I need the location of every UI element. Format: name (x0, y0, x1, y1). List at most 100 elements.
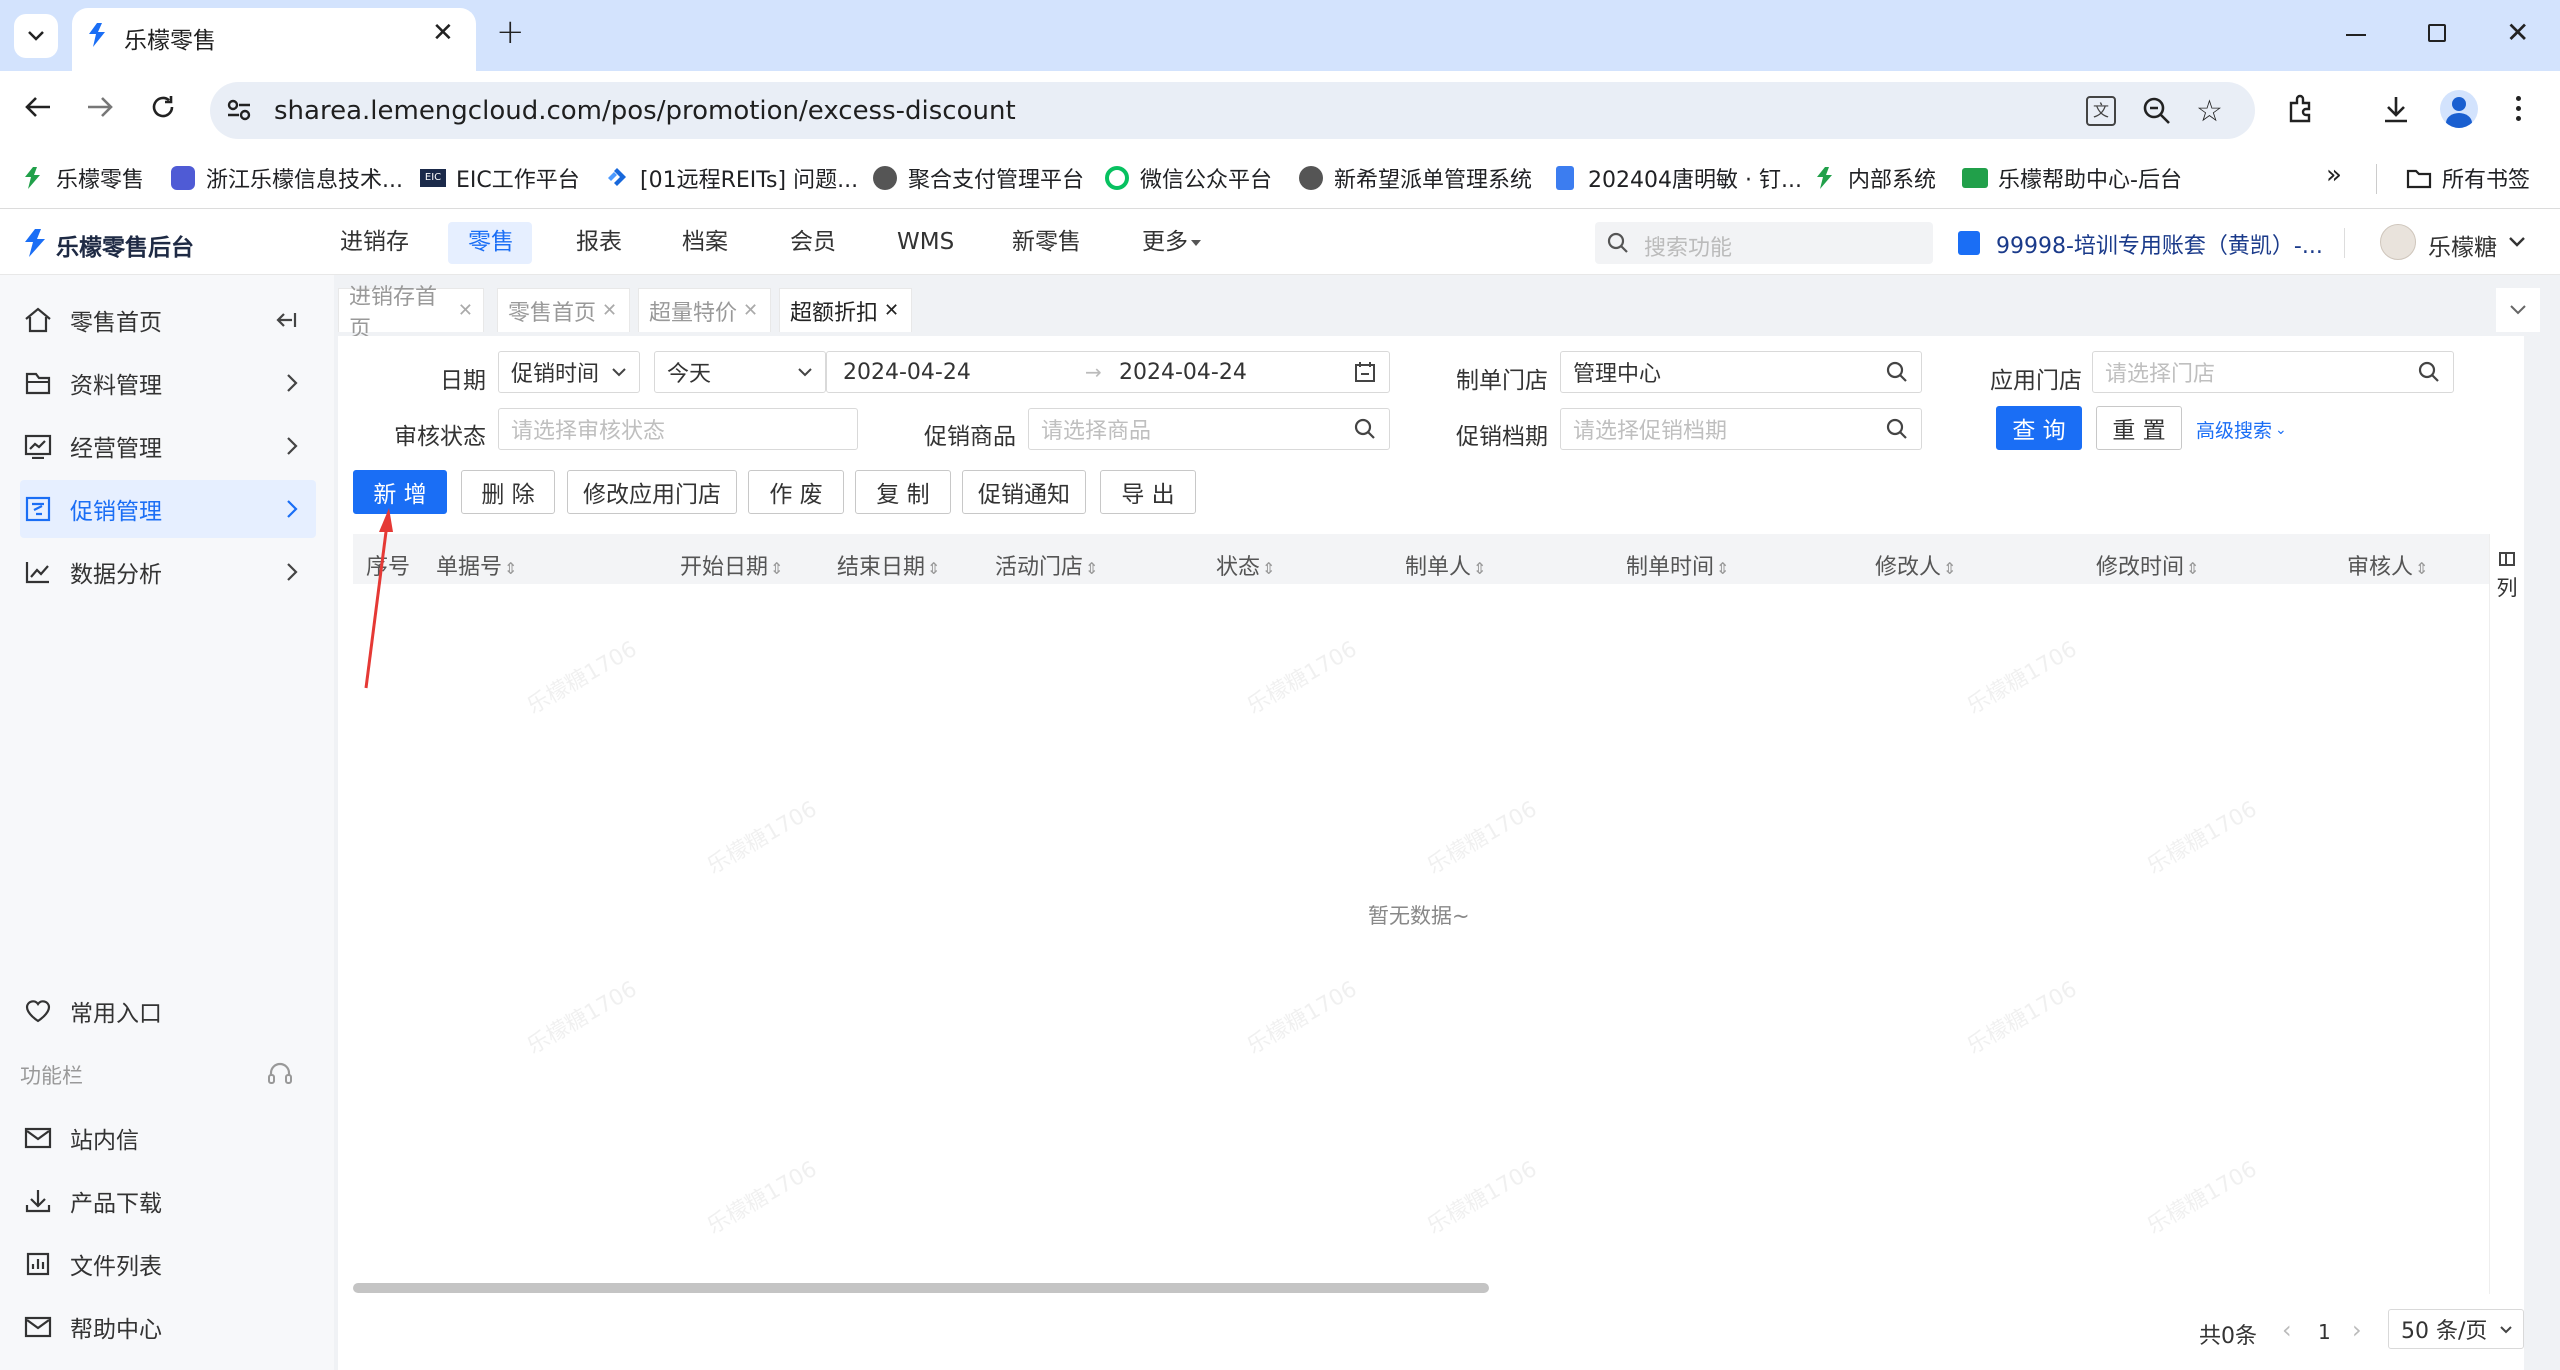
bookmark-reits[interactable]: [01远程REITs] 问题... (604, 162, 858, 194)
page-size-select[interactable]: 50 条/页 (2388, 1309, 2524, 1349)
window-restore-icon[interactable] (2428, 24, 2446, 42)
close-icon[interactable]: ✕ (743, 300, 758, 321)
site-info-icon[interactable] (226, 98, 252, 122)
sidebar-item-operations[interactable]: 经营管理 (20, 417, 316, 475)
close-icon[interactable]: ✕ (602, 300, 617, 321)
promo-goods-input[interactable]: 请选择商品 (1028, 408, 1390, 450)
nav-wms[interactable]: WMS (897, 210, 954, 275)
date-range-picker[interactable]: 2024-04-24 → 2024-04-24 (826, 351, 1390, 393)
sidebar-item-data-management[interactable]: 资料管理 (20, 354, 316, 412)
account-switcher[interactable]: 99998-培训专用账套（黄凯）-... (1996, 228, 2323, 260)
user-avatar[interactable] (2380, 224, 2416, 260)
col-created-time[interactable]: 制单时间 ⇕ (1626, 548, 1729, 588)
sidebar-item-downloads[interactable]: 产品下载 (20, 1172, 316, 1230)
download-icon[interactable] (2382, 94, 2410, 124)
horizontal-scrollbar[interactable] (353, 1283, 1489, 1293)
query-button[interactable]: 查 询 (1996, 406, 2082, 450)
promo-period-input[interactable]: 请选择促销档期 (1560, 408, 1922, 450)
bookmark-lemeng-retail[interactable]: 乐檬零售 (20, 162, 144, 194)
void-button[interactable]: 作 废 (748, 470, 844, 514)
page-number[interactable]: 1 (2318, 1320, 2331, 1344)
user-name[interactable]: 乐檬糖 (2428, 228, 2497, 262)
sidebar-item-retail-home[interactable]: 零售首页 (20, 291, 316, 349)
tab-list-button[interactable] (14, 14, 58, 58)
url-text[interactable]: sharea.lemengcloud.com/pos/promotion/exc… (274, 96, 1016, 126)
date-type-select[interactable]: 促销时间 (498, 351, 640, 393)
search-icon[interactable] (1885, 417, 1909, 441)
col-status[interactable]: 状态 ⇕ (1216, 548, 1275, 588)
prev-page-icon[interactable]: ‹ (2282, 1316, 2292, 1344)
back-icon[interactable] (24, 95, 52, 119)
tab-close-icon[interactable]: ✕ (432, 18, 454, 48)
browser-menu-icon[interactable] (2516, 96, 2522, 121)
nav-retail[interactable]: 零售 (468, 210, 514, 275)
collapse-sidebar-icon[interactable] (274, 310, 298, 330)
all-bookmarks[interactable]: 所有书签 (2406, 162, 2530, 194)
extensions-icon[interactable] (2286, 94, 2316, 124)
forward-icon[interactable] (86, 95, 114, 119)
page-tab-excess-discount[interactable]: 超额折扣 ✕ (779, 288, 912, 332)
nav-more[interactable]: 更多 (1142, 210, 1188, 275)
col-store[interactable]: 活动门店 ⇕ (995, 548, 1098, 588)
bookmark-payment[interactable]: 聚合支付管理平台 (872, 162, 1084, 194)
reset-button[interactable]: 重 置 (2096, 406, 2182, 450)
modify-store-button[interactable]: 修改应用门店 (567, 470, 737, 514)
col-modifier[interactable]: 修改人 ⇕ (1875, 548, 1956, 588)
bookmark-zhejiang-lemeng[interactable]: 浙江乐檬信息技术... (170, 162, 403, 194)
col-auditor[interactable]: 审核人 ⇕ (2347, 548, 2428, 588)
sidebar-item-files[interactable]: 文件列表 (20, 1235, 316, 1293)
advanced-search-link[interactable]: 高级搜索 ⌄ (2196, 416, 2287, 443)
page-tab-retail-home[interactable]: 零售首页 ✕ (497, 288, 630, 332)
audit-status-select[interactable]: 请选择审核状态 (498, 408, 858, 450)
tabs-dropdown-button[interactable] (2496, 288, 2540, 332)
bookmark-eic[interactable]: EIC EIC工作平台 (420, 162, 580, 194)
delete-button[interactable]: 删 除 (461, 470, 555, 514)
col-creator[interactable]: 制单人 ⇕ (1405, 548, 1486, 588)
chevron-down-icon[interactable] (2508, 236, 2526, 248)
sidebar-item-help[interactable]: 帮助中心 (20, 1298, 316, 1356)
search-icon[interactable] (1353, 417, 1377, 441)
column-settings-button[interactable]: 列 (2494, 552, 2520, 602)
zoom-icon[interactable] (2142, 96, 2172, 126)
page-tab-excess-special[interactable]: 超量特价 ✕ (638, 288, 771, 332)
next-page-icon[interactable]: › (2352, 1316, 2362, 1344)
col-start-date[interactable]: 开始日期 ⇕ (680, 548, 783, 588)
reload-icon[interactable] (150, 94, 176, 120)
close-icon[interactable]: ✕ (458, 300, 473, 321)
bookmark-star-icon[interactable]: ☆ (2196, 94, 2223, 129)
export-button[interactable]: 导 出 (1100, 470, 1196, 514)
translate-icon[interactable]: 文 (2086, 96, 2116, 126)
sidebar-item-favorites[interactable]: 常用入口 (20, 982, 316, 1040)
bookmark-dispatch[interactable]: 新希望派单管理系统 (1298, 162, 1532, 194)
sidebar-item-messages[interactable]: 站内信 (20, 1109, 316, 1167)
nav-archives[interactable]: 档案 (682, 210, 728, 275)
bookmark-wechat[interactable]: 微信公众平台 (1104, 162, 1272, 194)
promo-notice-button[interactable]: 促销通知 (962, 470, 1086, 514)
search-icon[interactable] (2417, 360, 2441, 384)
bookmark-dingtalk[interactable]: 202404唐明敏 · 钉... (1552, 162, 1802, 194)
nav-members[interactable]: 会员 (790, 210, 836, 275)
bookmark-internal[interactable]: 内部系统 (1812, 162, 1936, 194)
col-doc-no[interactable]: 单据号 ⇕ (436, 548, 517, 588)
copy-button[interactable]: 复 制 (855, 470, 951, 514)
col-modified-time[interactable]: 修改时间 ⇕ (2096, 548, 2199, 588)
nav-inventory[interactable]: 进销存 (340, 210, 409, 275)
sidebar-item-analytics[interactable]: 数据分析 (20, 543, 316, 601)
col-end-date[interactable]: 结束日期 ⇕ (837, 548, 940, 588)
bookmark-help-admin[interactable]: 乐檬帮助中心-后台 (1962, 162, 2182, 194)
store-input[interactable]: 管理中心 (1560, 351, 1922, 393)
nav-reports[interactable]: 报表 (576, 210, 622, 275)
window-minimize-icon[interactable] (2346, 34, 2366, 36)
profile-avatar-icon[interactable] (2440, 90, 2478, 128)
bookmarks-overflow-icon[interactable]: » (2326, 160, 2342, 190)
close-icon[interactable]: ✕ (884, 300, 899, 321)
nav-new-retail[interactable]: 新零售 (1012, 210, 1081, 275)
sidebar-item-promotion[interactable]: 促销管理 (20, 480, 316, 538)
window-close-icon[interactable]: ✕ (2506, 16, 2529, 49)
new-tab-button[interactable]: + (496, 12, 525, 52)
headset-icon[interactable] (266, 1060, 294, 1088)
date-range-select[interactable]: 今天 (654, 351, 826, 393)
search-icon[interactable] (1885, 360, 1909, 384)
apply-store-input[interactable]: 请选择门店 (2092, 351, 2454, 393)
page-tab-inventory-home[interactable]: 进销存首页 ✕ (338, 285, 484, 342)
